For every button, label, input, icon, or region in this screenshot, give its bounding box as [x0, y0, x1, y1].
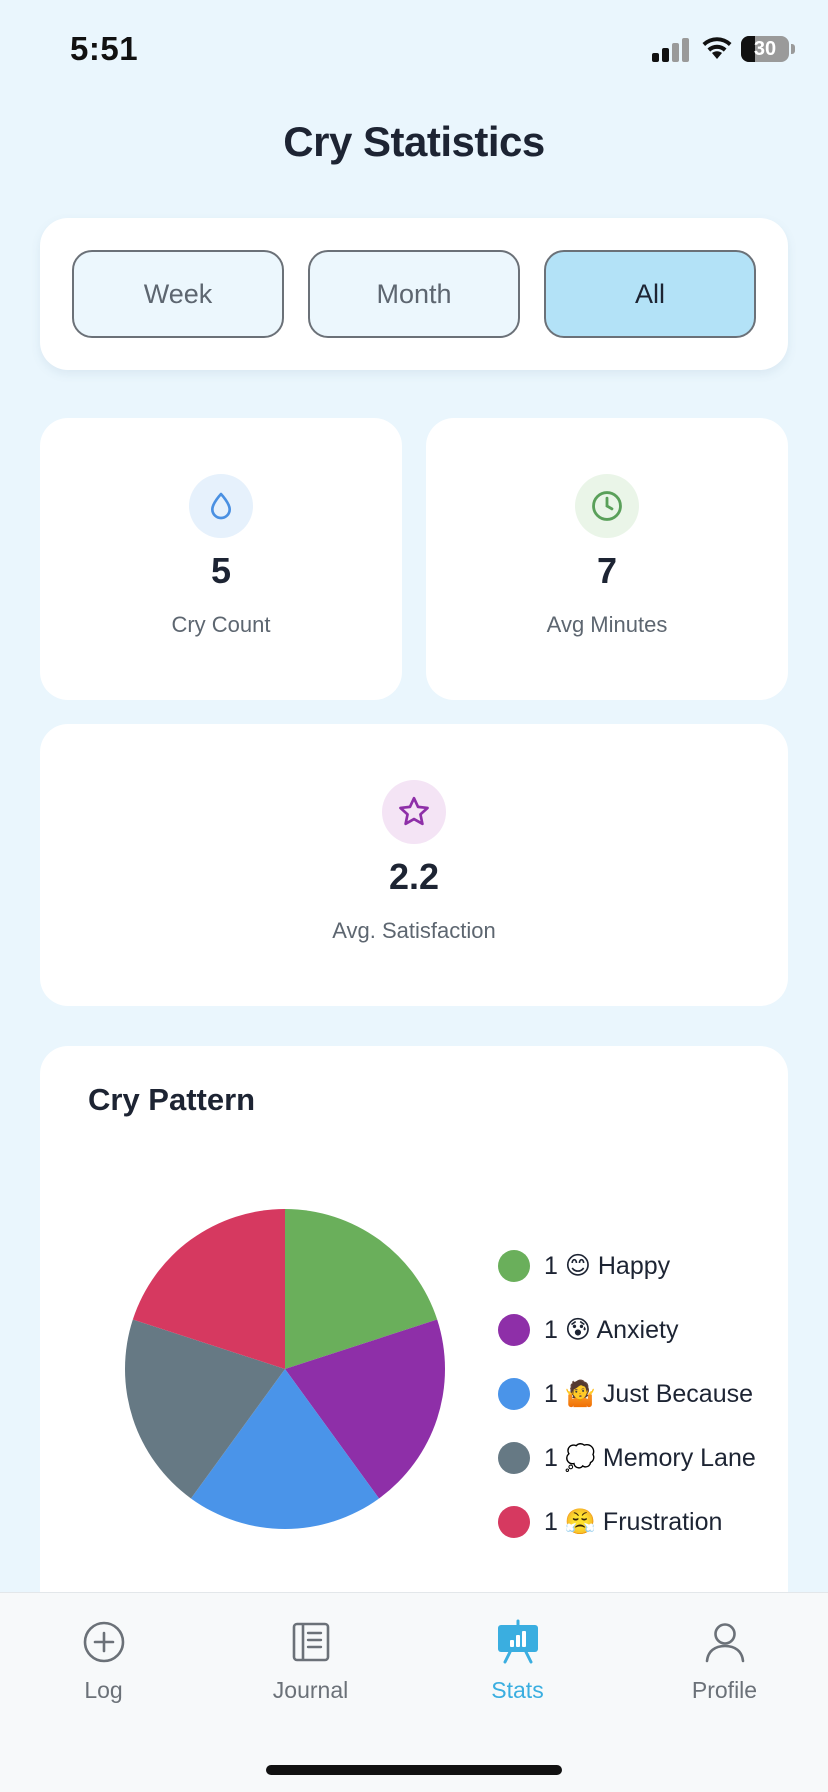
- avg-minutes-value: 7: [596, 550, 618, 591]
- cellular-signal-icon: [652, 36, 690, 62]
- avg-minutes-label: Avg Minutes: [546, 612, 668, 637]
- status-bar: 5:51 30: [0, 0, 828, 100]
- time-range-filter: Week Month All: [40, 218, 788, 370]
- cry-count-card: 5 Cry Count: [40, 418, 402, 700]
- star-icon: [382, 780, 446, 844]
- legend-swatch: [498, 1506, 530, 1538]
- avg-satisfaction-value: 2.2: [388, 856, 440, 897]
- legend-item: 1 😤 Frustration: [498, 1502, 722, 1542]
- plus-circle-icon: [83, 1621, 125, 1663]
- cry-pattern-card: Cry Pattern 1 😊 Happy 1 😰 Anxiety 1 🤷 Just…: [40, 1046, 788, 1592]
- week-filter-button[interactable]: Week: [72, 250, 284, 338]
- droplet-icon: [189, 474, 253, 538]
- avg-satisfaction-label: Avg. Satisfaction: [332, 918, 496, 943]
- battery-level: 30: [753, 38, 777, 60]
- clock-icon: [575, 474, 639, 538]
- legend-swatch: [498, 1314, 530, 1346]
- battery-nub: [791, 44, 795, 54]
- month-filter-button[interactable]: Month: [308, 250, 520, 338]
- tab-journal-label: Journal: [272, 1677, 349, 1703]
- tab-stats-label: Stats: [491, 1677, 544, 1703]
- tab-profile-label: Profile: [691, 1677, 758, 1703]
- legend-label: 1 😤 Frustration: [544, 1507, 723, 1536]
- avg-minutes-card: 7 Avg Minutes: [426, 418, 788, 700]
- legend-label: 1 💭 Memory Lane: [544, 1443, 756, 1472]
- legend-swatch: [498, 1250, 530, 1282]
- legend-label: 1 😰 Anxiety: [544, 1316, 679, 1344]
- legend-label: 1 🤷 Just Because: [544, 1379, 754, 1408]
- all-filter-button[interactable]: All: [544, 250, 756, 338]
- cry-count-value: 5: [210, 550, 232, 591]
- wifi-icon: [702, 37, 732, 59]
- home-indicator: [266, 1765, 562, 1775]
- journal-icon: [292, 1622, 330, 1662]
- legend-item: 1 🤷 Just Because: [498, 1374, 753, 1414]
- battery-icon: 30: [741, 36, 789, 62]
- legend-swatch: [498, 1378, 530, 1410]
- tab-profile[interactable]: Profile: [621, 1613, 828, 1723]
- stats-presentation-icon: [498, 1619, 538, 1664]
- person-icon: [705, 1623, 745, 1663]
- avg-satisfaction-card: 2.2 Avg. Satisfaction: [40, 724, 788, 1006]
- cry-count-label: Cry Count: [171, 612, 271, 637]
- legend-item: 1 😰 Anxiety: [498, 1310, 678, 1350]
- legend-label: 1 😊 Happy: [544, 1252, 671, 1280]
- tab-log[interactable]: Log: [0, 1613, 207, 1723]
- page-title: Cry Statistics: [283, 118, 545, 165]
- cry-pattern-pie-chart: [124, 1209, 445, 1529]
- tab-stats[interactable]: Stats: [414, 1613, 621, 1723]
- legend-swatch: [498, 1442, 530, 1474]
- tab-bar: Log Journal Stats Profile: [0, 1592, 828, 1792]
- tab-log-label: Log: [84, 1677, 123, 1703]
- legend-item: 1 💭 Memory Lane: [498, 1438, 756, 1478]
- status-time: 5:51: [70, 30, 139, 67]
- legend-item: 1 😊 Happy: [498, 1246, 670, 1286]
- tab-journal[interactable]: Journal: [207, 1613, 414, 1723]
- chart-title: Cry Pattern: [88, 1082, 256, 1117]
